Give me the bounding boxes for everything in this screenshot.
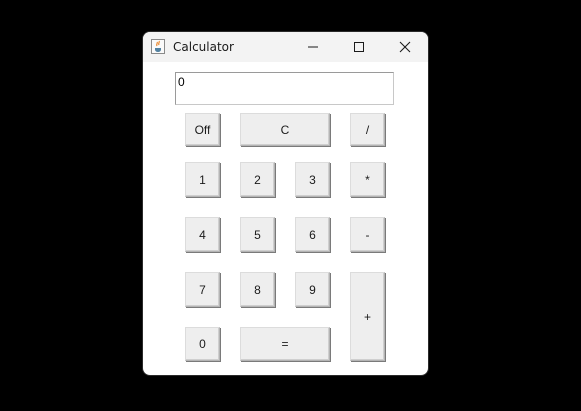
clear-button[interactable]: C (240, 113, 330, 146)
digit-1-button[interactable]: 1 (185, 162, 220, 197)
maximize-icon (354, 42, 364, 52)
minimize-button[interactable] (290, 32, 336, 62)
digit-0-button[interactable]: 0 (185, 327, 220, 361)
digit-2-button[interactable]: 2 (240, 162, 275, 197)
digit-3-button[interactable]: 3 (295, 162, 330, 197)
close-button[interactable] (382, 32, 428, 62)
add-button[interactable]: + (350, 272, 385, 361)
maximize-button[interactable] (336, 32, 382, 62)
off-button[interactable]: Off (185, 113, 220, 146)
minimize-icon (308, 46, 318, 48)
close-icon (399, 41, 411, 53)
java-cup-icon (151, 39, 165, 54)
divide-button[interactable]: / (350, 113, 385, 146)
multiply-button[interactable]: * (350, 162, 385, 197)
digit-5-button[interactable]: 5 (240, 217, 275, 252)
digit-6-button[interactable]: 6 (295, 217, 330, 252)
display-field[interactable]: 0 (175, 72, 394, 105)
window-title: Calculator (173, 40, 234, 54)
digit-4-button[interactable]: 4 (185, 217, 220, 252)
title-bar[interactable]: Calculator (143, 32, 428, 62)
subtract-button[interactable]: - (350, 217, 385, 252)
calculator-window: Calculator 0 Off C / 1 2 3 * 4 5 6 - 7 8… (143, 32, 428, 375)
digit-7-button[interactable]: 7 (185, 272, 220, 307)
digit-8-button[interactable]: 8 (240, 272, 275, 307)
equals-button[interactable]: = (240, 327, 330, 361)
digit-9-button[interactable]: 9 (295, 272, 330, 307)
